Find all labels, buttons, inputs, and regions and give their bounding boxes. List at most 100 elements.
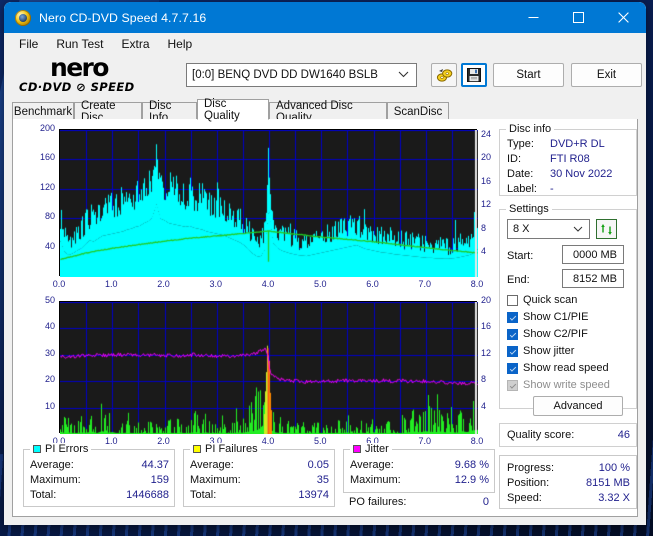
disc-speed-button[interactable]	[431, 63, 457, 87]
jitter-color-swatch	[353, 445, 361, 453]
menu-run-test[interactable]: Run Test	[47, 35, 112, 53]
window-title: Nero CD-DVD Speed 4.7.7.16	[39, 10, 207, 25]
show-c2-pif-label: Show C2/PIF	[523, 328, 588, 340]
speed-label: Speed:	[507, 492, 542, 504]
y-axis-tick: 160	[39, 152, 55, 163]
jitter-stats: Jitter Average: 9.68 % Maximum: 12.9 %	[343, 443, 495, 493]
checkbox-checked-icon	[507, 328, 518, 340]
checkbox-checked-icon	[507, 345, 518, 357]
x-axis-tick: 0.0	[52, 279, 66, 289]
end-field[interactable]: 8152 MB	[562, 269, 624, 288]
tab-create-disc[interactable]: Create Disc	[74, 100, 142, 124]
floppy-save-icon	[467, 68, 481, 82]
start-field[interactable]: 0000 MB	[562, 245, 624, 264]
x-axis-tick: 7.0	[418, 436, 431, 446]
end-label: End:	[507, 274, 530, 286]
disc-id-value: FTI R08	[550, 153, 590, 165]
quick-scan-checkbox[interactable]: Quick scan	[507, 294, 577, 306]
start-button[interactable]: Start	[493, 63, 564, 87]
po-failures-value: 0	[482, 496, 489, 508]
x-axis-tick: 8.0	[470, 279, 484, 289]
position-value: 8151 MB	[585, 477, 630, 489]
speed-select[interactable]: 8 X	[507, 219, 590, 239]
show-jitter-checkbox[interactable]: Show jitter	[507, 345, 574, 357]
disc-date-value: 30 Nov 2022	[550, 168, 613, 180]
position-label: Position:	[507, 477, 550, 489]
window-controls	[511, 2, 646, 33]
show-read-speed-checkbox[interactable]: Show read speed	[507, 362, 609, 374]
checkbox-checked-icon	[507, 311, 518, 323]
disc-info-group: Disc info Type: DVD+R DL ID: FTI R08 Dat…	[499, 123, 637, 196]
y-axis-tick: 20	[44, 374, 55, 385]
pi-errors-stats: PI Errors Average: 44.37 Maximum: 159 To…	[23, 443, 175, 507]
refresh-icon	[601, 223, 612, 235]
pi-errors-title: PI Errors	[45, 443, 89, 455]
show-c2-pif-checkbox[interactable]: Show C2/PIF	[507, 328, 588, 340]
settings-title: Settings	[506, 203, 552, 215]
x-axis-tick: 2.0	[157, 436, 170, 446]
minimize-button[interactable]	[511, 2, 556, 33]
tab-disc-quality[interactable]: Disc Quality	[197, 98, 269, 122]
quick-scan-label: Quick scan	[523, 294, 578, 306]
pi-failures-average-value: 0.05	[307, 459, 329, 471]
start-label: Start:	[507, 250, 534, 262]
jitter-maximum-label: Maximum:	[350, 474, 401, 486]
show-c1-pie-checkbox[interactable]: Show C1/PIE	[507, 311, 588, 323]
disc-type-label: Type:	[507, 138, 534, 150]
nero-logo-word: nero	[50, 53, 109, 82]
pi-errors-maximum-value: 159	[150, 474, 169, 486]
pi-errors-chart[interactable]	[59, 129, 478, 277]
x-axis-tick: 4.0	[261, 279, 275, 289]
save-button[interactable]	[461, 63, 487, 87]
quality-score-value: 46	[617, 429, 630, 441]
jitter-average-value: 9.68 %	[454, 459, 489, 471]
pi-errors-average-value: 44.37	[141, 459, 169, 471]
jitter-legend: Jitter	[350, 443, 392, 455]
y-axis-tick: 40	[44, 321, 55, 332]
show-write-speed-label: Show write speed	[523, 379, 610, 391]
show-jitter-label: Show jitter	[523, 345, 575, 357]
nero-logo: nero CD·DVD ⊘ SPEED	[18, 53, 166, 96]
progress-value: 100 %	[598, 462, 630, 474]
refresh-button[interactable]	[596, 219, 617, 239]
y-axis-tick: 30	[44, 347, 55, 358]
drive-select[interactable]: [0:0] BENQ DVD DD DW1640 BSLB	[186, 63, 417, 87]
pi-failures-title: PI Failures	[205, 443, 258, 455]
menu-help[interactable]: Help	[159, 35, 202, 53]
speed-value: 3.32 X	[598, 492, 630, 504]
pi-errors-maximum-label: Maximum:	[30, 474, 81, 486]
menu-file[interactable]: File	[10, 35, 47, 53]
disc-info-title: Disc info	[506, 123, 555, 135]
toolbar: nero CD·DVD ⊘ SPEED [0:0] BENQ DVD DD DW…	[4, 53, 646, 97]
pi-failures-maximum-value: 35	[316, 474, 329, 486]
x-axis-tick: 1.0	[104, 279, 118, 289]
maximize-button[interactable]	[556, 2, 601, 33]
disc-type-value: DVD+R DL	[550, 138, 605, 150]
x-axis-tick: 7.0	[418, 279, 431, 289]
pi-errors-total-value: 1446688	[126, 489, 169, 501]
exit-button[interactable]: Exit	[571, 63, 642, 87]
disc-quality-panel: 40 80 120 160 200 4 8 12 16 20 24 0.0 1.0 2.0 3.0 4.0 5.…	[12, 119, 638, 517]
progress-label: Progress:	[507, 462, 555, 474]
tab-benchmark[interactable]: Benchmark	[12, 102, 74, 120]
advanced-button[interactable]: Advanced	[533, 396, 623, 416]
chevron-down-icon	[398, 70, 409, 80]
close-button[interactable]	[601, 2, 646, 33]
show-read-speed-label: Show read speed	[523, 362, 609, 374]
app-window: Nero CD-DVD Speed 4.7.7.16 File Run Test…	[4, 2, 646, 525]
pi-failures-average-label: Average:	[190, 459, 234, 471]
y-axis-tick: 80	[44, 211, 55, 222]
title-bar: Nero CD-DVD Speed 4.7.7.16	[4, 2, 646, 33]
client-area: nero CD·DVD ⊘ SPEED [0:0] BENQ DVD DD DW…	[4, 53, 646, 525]
pi-errors-legend: PI Errors	[30, 443, 92, 455]
quality-score-label: Quality score:	[507, 429, 575, 441]
tab-scandisc[interactable]: ScanDisc	[387, 102, 449, 120]
jitter-title: Jitter	[365, 443, 389, 455]
x-axis-tick: 5.0	[313, 436, 327, 446]
pif-jitter-chart[interactable]	[59, 301, 478, 434]
tab-disc-info[interactable]: Disc Info	[142, 100, 197, 124]
disc-label-value: -	[550, 183, 554, 195]
tab-advanced-disc-quality[interactable]: Advanced Disc Quality	[269, 100, 387, 124]
menu-extra[interactable]: Extra	[112, 35, 158, 53]
jitter-maximum-value: 12.9 %	[454, 474, 489, 486]
